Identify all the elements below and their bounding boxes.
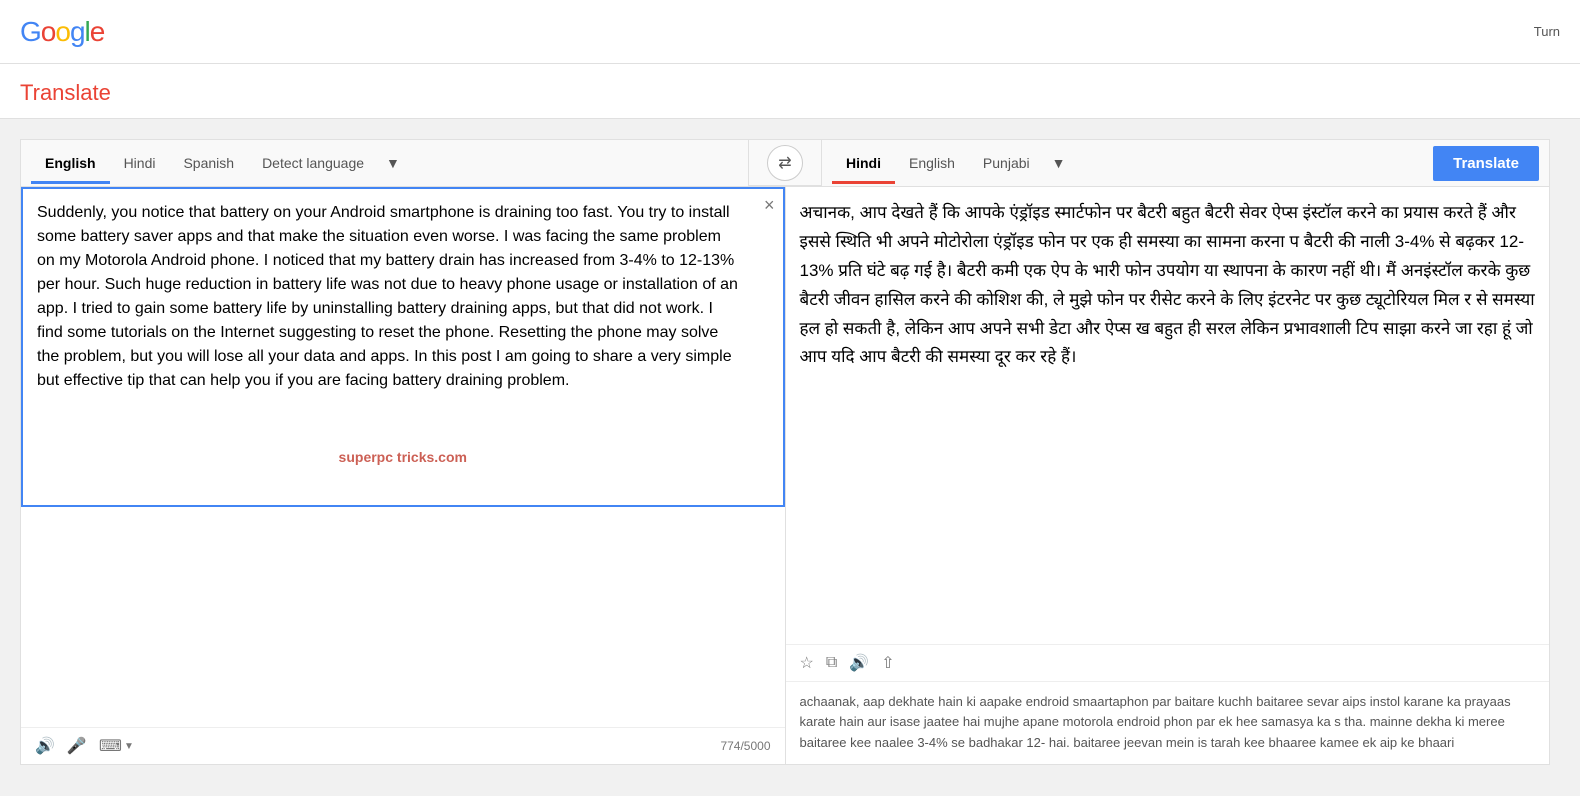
logo-g2: g xyxy=(70,16,85,48)
tab-punjabi-target[interactable]: Punjabi xyxy=(969,143,1044,183)
romanized-text: achaanak, aap dekhate hain ki aapake end… xyxy=(786,681,1550,764)
keyboard-dropdown-icon: ▼ xyxy=(124,741,134,752)
source-lang-tabs: English Hindi Spanish Detect language ▼ xyxy=(21,140,748,186)
input-footer-left: 🔊 🎤 ⌨ ▼ xyxy=(35,736,134,756)
mic-input-button[interactable]: 🎤 xyxy=(67,736,87,756)
tab-hindi-target[interactable]: Hindi xyxy=(832,143,895,183)
google-logo: Google xyxy=(20,16,104,48)
target-lang-tabs: Hindi English Punjabi ▼ Translate xyxy=(822,140,1549,186)
keyboard-input-button[interactable]: ⌨ ▼ xyxy=(99,736,134,756)
output-panel: अचानक, आप देखते हैं कि आपके एंड्रॉइड स्म… xyxy=(786,187,1550,764)
logo-o2: o xyxy=(55,16,70,48)
sub-header: Translate xyxy=(0,64,1580,119)
input-footer: 🔊 🎤 ⌨ ▼ 774/5000 xyxy=(21,727,785,764)
tab-spanish-source[interactable]: Spanish xyxy=(169,143,248,183)
translate-button[interactable]: Translate xyxy=(1433,146,1539,181)
tab-detect-language[interactable]: Detect language xyxy=(248,143,378,183)
target-lang-dropdown[interactable]: ▼ xyxy=(1044,149,1074,177)
star-output-button[interactable]: ☆ xyxy=(800,653,814,673)
output-text-area: अचानक, आप देखते हैं कि आपके एंड्रॉइड स्म… xyxy=(786,187,1550,644)
clear-input-button[interactable]: × xyxy=(764,195,775,216)
char-count: 774/5000 xyxy=(720,739,770,753)
header-right-text: Turn xyxy=(1534,24,1560,39)
tab-hindi-source[interactable]: Hindi xyxy=(110,143,170,183)
swap-languages-button[interactable]: ⇄ xyxy=(767,145,803,181)
left-panel: English Hindi Spanish Detect language ▼ … xyxy=(20,139,1550,765)
input-wrapper: × superpc tricks.com xyxy=(21,187,785,727)
listen-input-button[interactable]: 🔊 xyxy=(35,736,55,756)
input-panel: × superpc tricks.com 🔊 🎤 ⌨ ▼ 774/5000 xyxy=(21,187,786,764)
listen-output-button[interactable]: 🔊 xyxy=(849,653,869,673)
logo-e: e xyxy=(90,16,105,48)
copy-output-button[interactable]: ⧉ xyxy=(826,654,837,672)
source-lang-dropdown[interactable]: ▼ xyxy=(378,149,408,177)
tab-english-source[interactable]: English xyxy=(31,143,110,183)
output-footer: ☆ ⧉ 🔊 ⇧ xyxy=(786,644,1550,681)
page-title: Translate xyxy=(20,72,111,118)
tab-english-target[interactable]: English xyxy=(895,143,969,183)
translated-text-hindi: अचानक, आप देखते हैं कि आपके एंड्रॉइड स्म… xyxy=(800,199,1536,372)
keyboard-icon: ⌨ xyxy=(99,736,122,756)
source-text-input[interactable] xyxy=(21,187,785,507)
share-output-button[interactable]: ⇧ xyxy=(881,653,894,673)
header: Google Turn xyxy=(0,0,1580,64)
main-content: English Hindi Spanish Detect language ▼ … xyxy=(0,119,1580,785)
logo-g: G xyxy=(20,16,41,48)
logo-o1: o xyxy=(41,16,56,48)
